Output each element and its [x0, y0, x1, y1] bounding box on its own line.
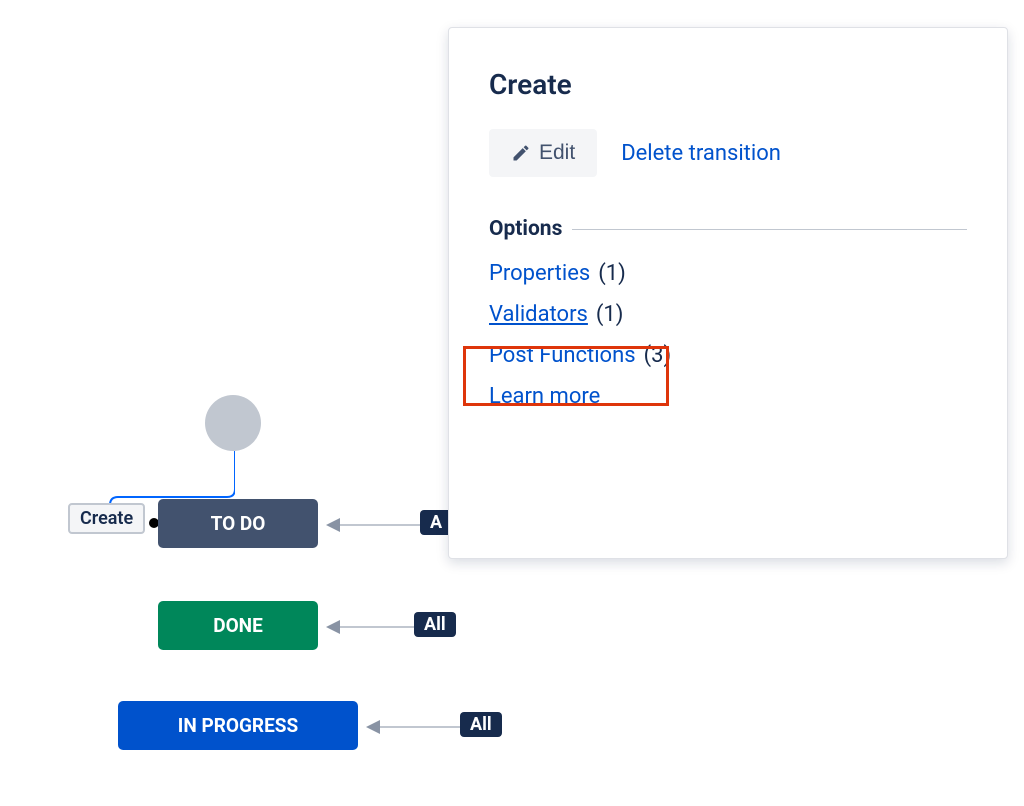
validators-row: Validators (1) [489, 302, 967, 327]
all-transitions-badge[interactable]: All [460, 712, 502, 737]
arrow-head-icon [326, 620, 340, 634]
options-header: Options [489, 217, 967, 241]
edit-button[interactable]: Edit [489, 129, 597, 177]
edit-button-label: Edit [539, 141, 575, 165]
post-functions-link[interactable]: Post Functions [489, 343, 636, 368]
delete-transition-link[interactable]: Delete transition [621, 141, 781, 166]
pencil-icon [511, 143, 531, 163]
post-functions-row: Post Functions (3) [489, 343, 967, 368]
arrow-line [380, 726, 460, 728]
transition-detail-panel: Create Edit Delete transition Options Pr… [448, 27, 1008, 559]
status-done[interactable]: DONE [158, 601, 318, 650]
initial-state-circle[interactable] [205, 395, 261, 451]
validators-link[interactable]: Validators [489, 302, 588, 327]
arrow-head-icon [326, 518, 340, 532]
post-functions-count: (3) [644, 343, 672, 368]
create-transition-label[interactable]: Create [68, 503, 145, 534]
action-row: Edit Delete transition [489, 129, 967, 177]
status-in-progress[interactable]: IN PROGRESS [118, 701, 358, 750]
properties-count: (1) [598, 261, 626, 286]
all-transitions-badge[interactable]: All [414, 612, 456, 637]
properties-link[interactable]: Properties [489, 261, 590, 286]
arrow-line [340, 524, 420, 526]
panel-title: Create [489, 68, 967, 101]
divider [572, 229, 967, 230]
arrow-line [340, 626, 414, 628]
arrow-head-icon [366, 720, 380, 734]
options-title: Options [489, 217, 562, 241]
learn-more-link[interactable]: Learn more [489, 384, 600, 409]
validators-count: (1) [596, 302, 624, 327]
properties-row: Properties (1) [489, 261, 967, 286]
status-todo[interactable]: TO DO [158, 499, 318, 548]
learn-more-row: Learn more [489, 384, 967, 409]
